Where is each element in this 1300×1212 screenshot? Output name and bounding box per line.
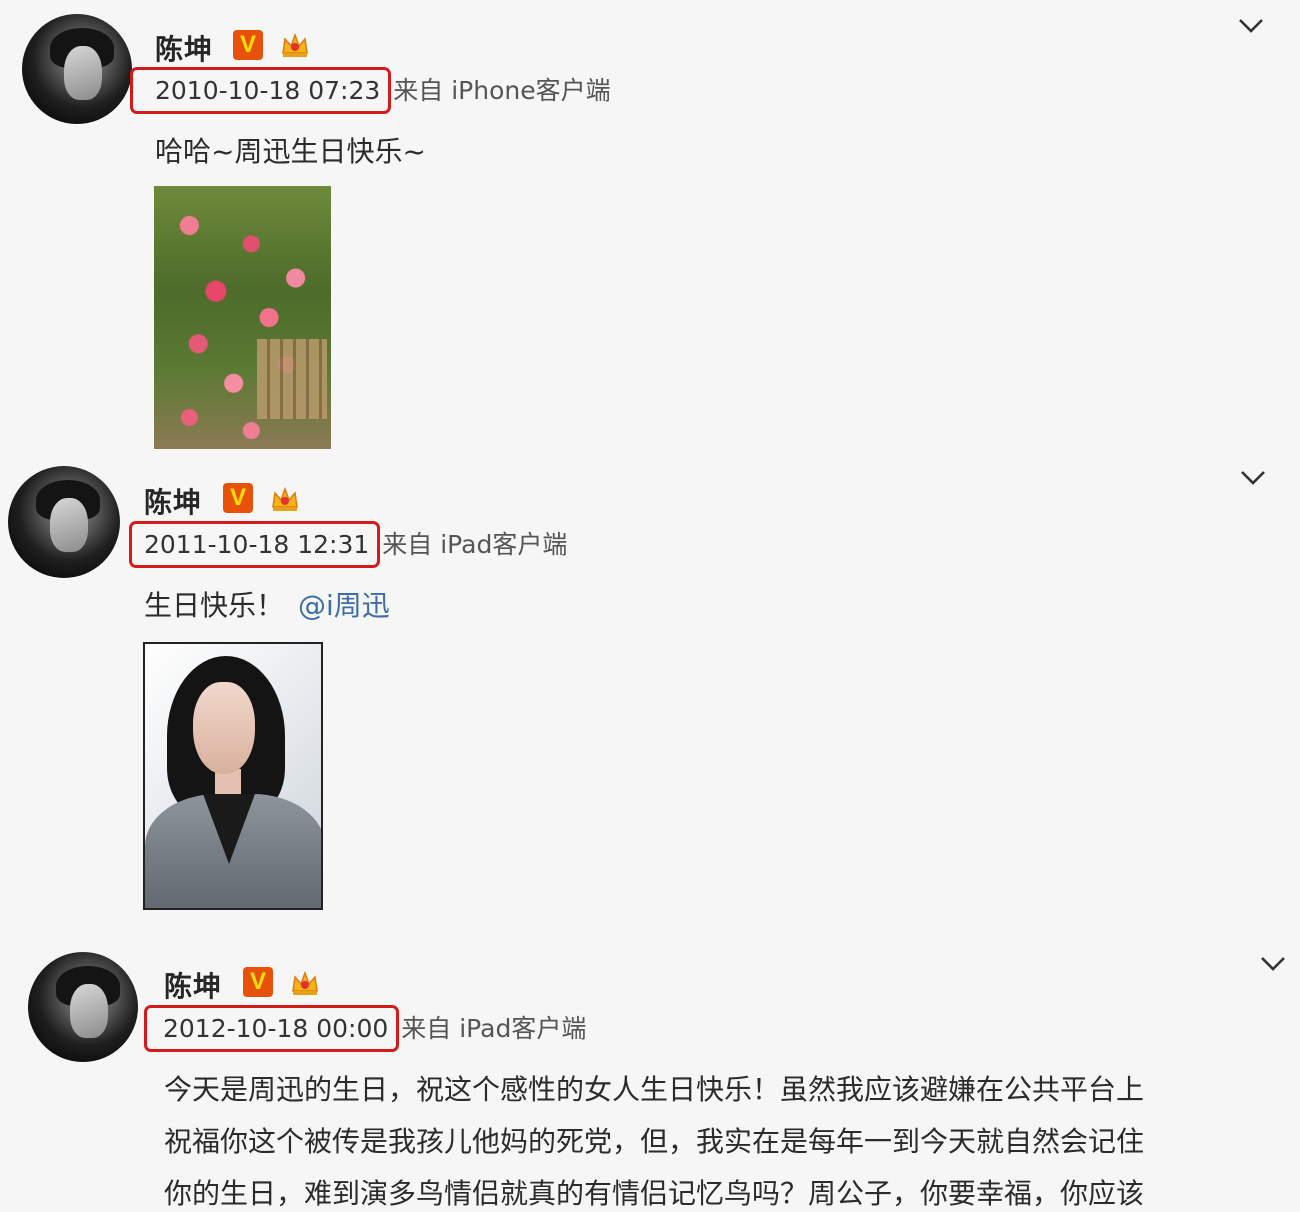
avatar[interactable]	[8, 466, 120, 578]
post-meta: 2010-10-18 07:23 来自 iPhone客户端	[130, 67, 611, 114]
post-date[interactable]: 2011-10-18 12:31	[129, 521, 381, 568]
chevron-down-icon[interactable]	[1238, 18, 1264, 34]
verified-v-icon: V	[233, 30, 263, 60]
chevron-down-icon[interactable]	[1240, 470, 1266, 486]
author-name[interactable]: 陈坤	[144, 481, 202, 521]
avatar[interactable]	[28, 952, 138, 1062]
post-meta: 2011-10-18 12:31 来自 iPad客户端	[129, 521, 567, 568]
post-text-line: 祝福你这个被传是我孩儿他妈的死党，但，我实在是每年一到今天就自然会记住	[164, 1125, 1145, 1158]
post-image[interactable]	[154, 186, 331, 449]
crown-icon	[282, 32, 308, 57]
post-image[interactable]	[143, 642, 323, 910]
author-name[interactable]: 陈坤	[155, 28, 213, 68]
post-text-line: 你的生日，难到演多鸟情侣就真的有情侣记忆鸟吗？周公子，你要幸福，你应该	[164, 1177, 1145, 1210]
post-meta: 2012-10-18 00:00 来自 iPad客户端	[144, 1005, 586, 1052]
post-text-body: 生日快乐！	[144, 589, 285, 622]
mention-link[interactable]: @i周迅	[298, 589, 390, 622]
post-text: 生日快乐！ @i周迅	[144, 584, 390, 624]
crown-icon	[292, 970, 318, 995]
verified-v-icon: V	[223, 483, 253, 513]
post-date[interactable]: 2010-10-18 07:23	[130, 67, 392, 114]
post-text-line: 今天是周迅的生日，祝这个感性的女人生日快乐！虽然我应该避嫌在公共平台上	[164, 1073, 1145, 1106]
chevron-down-icon[interactable]	[1260, 956, 1286, 972]
avatar[interactable]	[22, 14, 132, 124]
post-source: 来自 iPhone客户端	[393, 76, 611, 105]
author-name[interactable]: 陈坤	[164, 965, 222, 1005]
post-source: 来自 iPad客户端	[401, 1014, 587, 1043]
post-date[interactable]: 2012-10-18 00:00	[144, 1005, 400, 1052]
crown-icon	[272, 486, 298, 511]
post-text: 哈哈~周迅生日快乐~	[155, 135, 426, 168]
post-source: 来自 iPad客户端	[382, 530, 568, 559]
verified-v-icon: V	[243, 967, 273, 997]
